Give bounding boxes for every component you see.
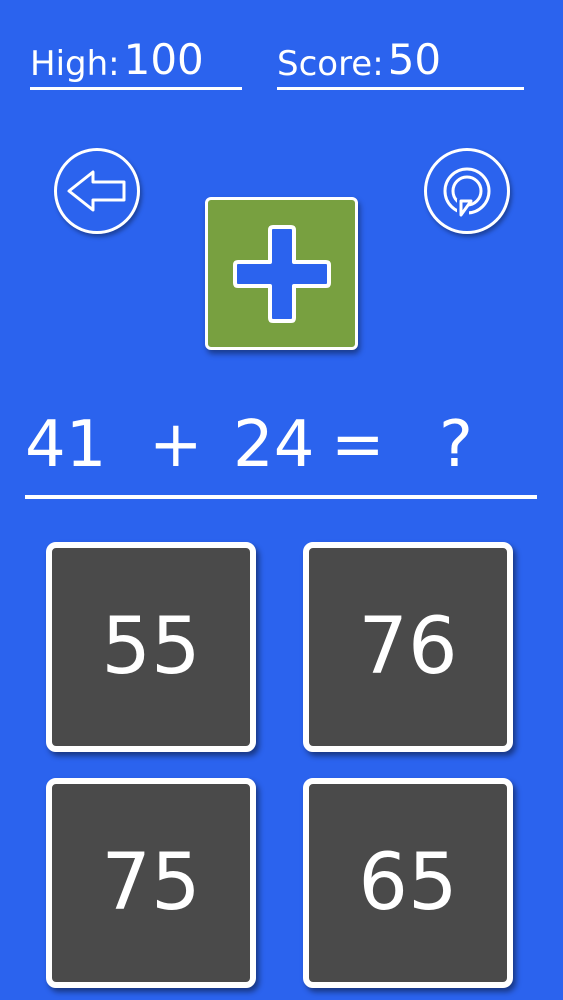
- math-question: 41 + 24 = ?: [25, 405, 537, 485]
- score-label: Score:: [277, 44, 384, 84]
- score-value: 50: [387, 35, 442, 84]
- arrow-left-icon: [67, 170, 126, 212]
- current-score-display: Score: 50: [277, 36, 524, 90]
- answer-option-3[interactable]: 75: [46, 778, 256, 988]
- operand-b: 24: [233, 408, 315, 482]
- restart-button[interactable]: [424, 148, 510, 234]
- operation-indicator: [205, 197, 358, 350]
- operator-sign: +: [149, 408, 203, 482]
- answer-option-1[interactable]: 55: [46, 542, 256, 752]
- answer-option-4[interactable]: 65: [303, 778, 513, 988]
- high-score-display: High: 100: [30, 36, 242, 90]
- question-underline: [25, 495, 537, 499]
- unknown-answer: ?: [439, 408, 473, 482]
- plus-icon: [232, 224, 331, 323]
- answer-option-2[interactable]: 76: [303, 542, 513, 752]
- equals-sign: =: [331, 408, 385, 482]
- high-score-label: High:: [30, 44, 120, 84]
- operand-a: 41: [25, 408, 107, 482]
- back-button[interactable]: [54, 148, 140, 234]
- restart-icon: [443, 167, 491, 217]
- high-score-value: 100: [123, 35, 204, 84]
